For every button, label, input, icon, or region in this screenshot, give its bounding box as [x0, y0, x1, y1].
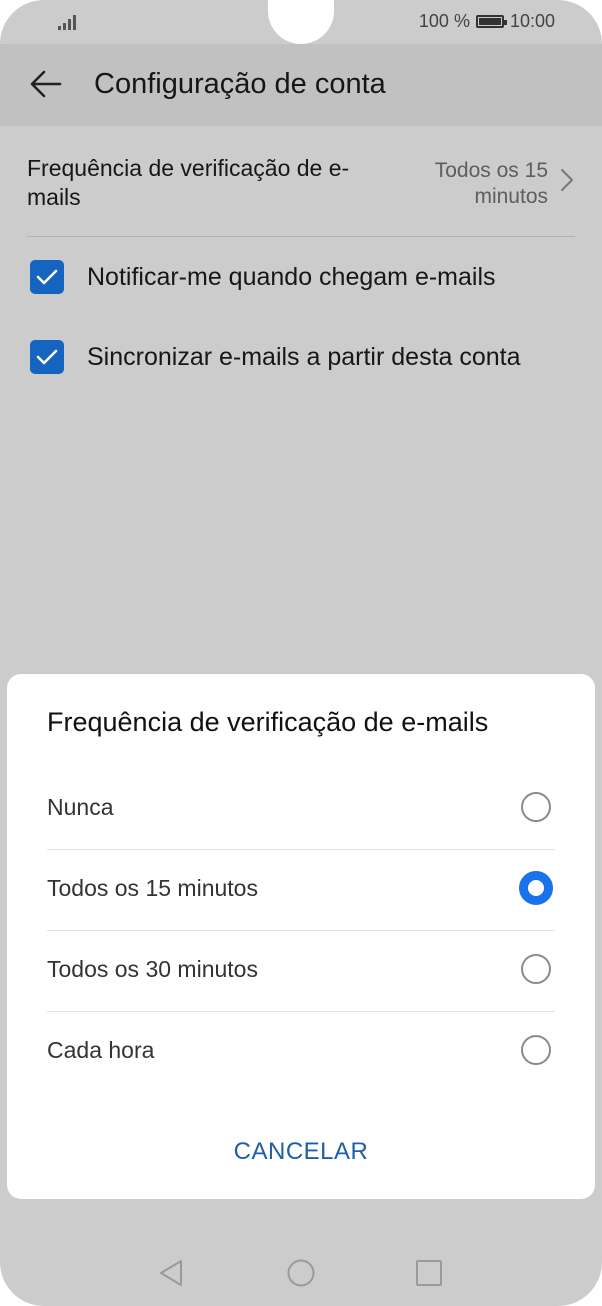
status-time: 10:00 — [509, 11, 555, 31]
battery-icon — [475, 15, 507, 28]
chevron-right-icon — [561, 169, 573, 191]
frequency-setting-row[interactable]: Frequência de verificação de e-mails Tod… — [27, 150, 575, 237]
back-triangle-icon[interactable] — [157, 1258, 187, 1288]
option-label: Todos os 15 minutos — [47, 875, 258, 901]
option-never[interactable]: Nunca — [47, 768, 555, 850]
status-right: 100 % 10:00 — [419, 11, 555, 32]
notify-checkbox-row[interactable]: Notificar-me quando chegam e-mails — [30, 260, 496, 294]
signal-icon — [58, 15, 76, 30]
arrow-left-icon[interactable] — [28, 66, 64, 102]
radio-button[interactable] — [521, 792, 551, 822]
app-bar: Configuração de conta — [0, 44, 602, 126]
notify-checkbox-label: Notificar-me quando chegam e-mails — [87, 262, 496, 291]
sync-checkbox[interactable] — [30, 340, 64, 374]
option-label: Cada hora — [47, 1037, 155, 1063]
battery-percent: 100 % — [418, 11, 470, 31]
page-title: Configuração de conta — [94, 68, 386, 100]
frequency-setting-value: Todos os 15 minutos — [434, 159, 548, 208]
radio-button[interactable] — [521, 1035, 551, 1065]
option-15-minutes[interactable]: Todos os 15 minutos — [47, 849, 555, 931]
phone-screen: 100 % 10:00 Configuração de conta Frequê… — [0, 0, 602, 1306]
radio-button-selected[interactable] — [519, 871, 553, 905]
option-30-minutes[interactable]: Todos os 30 minutos — [47, 930, 555, 1012]
notify-checkbox[interactable] — [30, 260, 64, 294]
option-every-hour[interactable]: Cada hora — [47, 1011, 555, 1092]
option-label: Nunca — [47, 794, 114, 820]
checkmark-icon — [36, 269, 58, 285]
recents-square-icon[interactable] — [414, 1258, 444, 1288]
home-circle-icon[interactable] — [286, 1258, 316, 1288]
checkmark-icon — [36, 349, 58, 365]
radio-button[interactable] — [521, 954, 551, 984]
frequency-dialog: Frequência de verificação de e-mails Nun… — [7, 674, 595, 1199]
dialog-title: Frequência de verificação de e-mails — [47, 707, 489, 737]
sync-checkbox-label: Sincronizar e-mails a partir desta conta — [87, 342, 521, 371]
frequency-setting-label: Frequência de verificação de e-mails — [27, 155, 350, 210]
navigation-bar — [0, 1240, 602, 1306]
sync-checkbox-row[interactable]: Sincronizar e-mails a partir desta conta — [30, 340, 521, 374]
option-label: Todos os 30 minutos — [47, 956, 258, 982]
cancel-button[interactable]: CANCELAR — [7, 1138, 595, 1166]
